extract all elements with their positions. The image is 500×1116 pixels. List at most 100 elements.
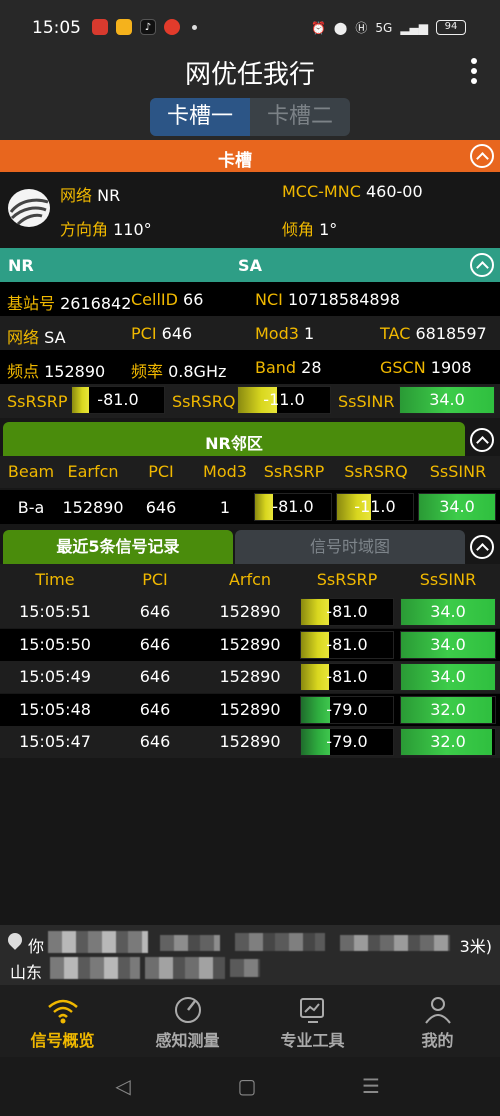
record-row: 15:05:47 646 152890 -79.0 32.0 [0,726,500,758]
records-table-header: Time PCI Arfcn SsRSRP SsSINR [0,564,500,596]
back-icon[interactable]: ◁ [108,1071,138,1101]
tiktok-icon: ♪ [140,19,156,35]
app-notification-icon [92,19,108,35]
record-ssrsrp-meter: -81.0 [300,630,394,659]
neighbor-row: B-a 152890 646 1 -81.0 -11.0 34.0 [0,490,500,524]
cell-earfcn: 152890 [62,498,124,517]
cell-pci: 646 [139,602,171,621]
recents-icon[interactable]: ☰ [356,1071,386,1101]
record-sssinr-meter: 34.0 [400,598,496,626]
nav-perception-measure[interactable]: 感知测量 [125,985,250,1057]
location-line-2: 山东 [10,963,43,982]
frequency-field: 频率 0.8GHz [131,362,227,381]
redacted-block [48,931,148,953]
signal-icon: 5G [375,20,393,35]
col-sssinr: SsSINR [429,462,487,481]
cell-arfcn: 152890 [219,699,281,719]
cell-beam: B-a [17,498,45,517]
more-notifications-dot [192,24,197,30]
wifi-icon: ▂▄▆ [400,20,428,35]
location-bar: 你 3米) 山东 [0,925,500,985]
wifi-signal-icon [47,999,78,1024]
record-row: 15:05:49 646 152890 -81.0 34.0 [0,661,500,693]
col-ssrsrq: SsRSRQ [344,462,408,481]
cell-arfcn: 152890 [219,732,281,751]
cell-time: 15:05:50 [19,634,91,654]
col-time: Time [35,570,75,589]
cell-arfcn: 152890 [219,667,281,686]
user-icon [424,997,451,1024]
col-arfcn: Arfcn [228,570,272,589]
hd-icon: Ⓗ [355,21,368,35]
home-icon[interactable]: ▢ [232,1071,262,1101]
gscn-field: GSCN 1908 [380,358,472,377]
col-pci: PCI [148,462,174,481]
collapse-nr-icon[interactable] [470,253,494,277]
record-sssinr-meter: 32.0 [400,728,496,756]
col-ssrsrp: SsRSRP [263,462,325,481]
record-ssrsrp-meter: -81.0 [300,598,394,626]
tab-recent-records[interactable]: 最近5条信号记录 [3,530,233,564]
ssrsrp-label: SsRSRP [7,392,68,411]
sssinr-label: SsSINR [338,392,395,411]
cell-arfcn: 152890 [219,634,281,654]
location-accuracy: 3米) [459,937,492,956]
location-pin-icon [5,930,25,950]
nr-row-2: 网络 SA PCI 646 Mod3 1 TAC 6818597 [0,316,500,350]
app-bar: 网优任我行 [0,52,500,96]
collapse-records-icon[interactable] [470,535,494,559]
location-icon: ⬤ [333,20,348,35]
collapse-card-icon[interactable] [470,144,494,168]
cell-time: 15:05:47 [19,732,91,751]
sa-label: SA [238,256,262,275]
card-section-header[interactable]: 卡槽 [0,140,500,172]
collapse-neighbor-icon[interactable] [470,428,494,452]
record-ssrsrp-meter: -79.0 [300,695,394,724]
tab-slot-2[interactable]: 卡槽二 [250,98,350,136]
status-bar: 15:05 ♪ ⏰ ⬤ Ⓗ 5G ▂▄▆ 94 [0,0,500,52]
record-row: 15:05:48 646 152890 -79.0 32.0 [0,693,500,726]
nr-row-4: SsRSRP -81.0 SsRSRQ -11.0 SsSINR 34.0 [0,384,500,418]
neighbor-table-header: Beam Earfcn PCI Mod3 SsRSRP SsRSRQ SsSIN… [0,456,500,488]
card-info: 网络 NR MCC-MNC 460-00 方向角 110° 倾角 1° [0,172,500,242]
col-sssinr: SsSINR [419,570,477,589]
col-beam: Beam [7,462,55,481]
nav-pro-tools[interactable]: 专业工具 [250,985,375,1057]
redacted-block [145,957,225,979]
record-sssinr-meter: 34.0 [400,663,496,691]
cell-pci: 646 [139,634,171,654]
cell-pci: 646 [139,732,171,751]
status-time: 15:05 [32,18,81,38]
neighbor-ssrsrp-meter: -81.0 [254,493,332,521]
bottom-navigation: 信号概览 感知测量 专业工具 我的 [0,985,500,1057]
neighbor-section-header[interactable]: NR邻区 [3,422,465,456]
record-sssinr-meter: 32.0 [400,695,496,724]
redacted-block [50,957,140,979]
cell-time: 15:05:49 [19,667,91,686]
system-navigation: ◁ ▢ ☰ [0,1057,500,1116]
nav-mine[interactable]: 我的 [375,985,500,1057]
china-mobile-logo [8,189,50,227]
tac-field: TAC 6818597 [380,324,487,343]
status-icons: ⏰ ⬤ Ⓗ 5G ▂▄▆ 94 [311,19,466,36]
app-notification-icon [116,19,132,35]
gauge-icon [174,997,201,1023]
network-field: 网络 NR [60,186,121,205]
neighbor-sssinr-meter: 34.0 [418,493,496,521]
weibo-icon [164,19,180,35]
cell-pci: 646 [145,498,177,517]
cellid-field: CellID 66 [131,290,204,309]
page-title: 网优任我行 [184,60,315,90]
band-field: Band 28 [255,358,322,377]
azimuth-field: 方向角 110° [60,220,152,239]
mod3-field: Mod3 1 [255,324,315,343]
tab-signal-timeline[interactable]: 信号时域图 [235,530,465,564]
col-ssrsrp: SsRSRP [316,570,378,589]
tab-slot-1[interactable]: 卡槽一 [150,98,250,136]
nr-section-header[interactable]: NR SA [0,248,500,282]
record-sssinr-meter: 34.0 [400,630,496,659]
more-menu-icon[interactable] [470,58,478,90]
notification-icons: ♪ [92,19,197,35]
nav-signal-overview[interactable]: 信号概览 [0,985,125,1057]
nr-row-3: 频点 152890 频率 0.8GHz Band 28 GSCN 1908 [0,350,500,384]
